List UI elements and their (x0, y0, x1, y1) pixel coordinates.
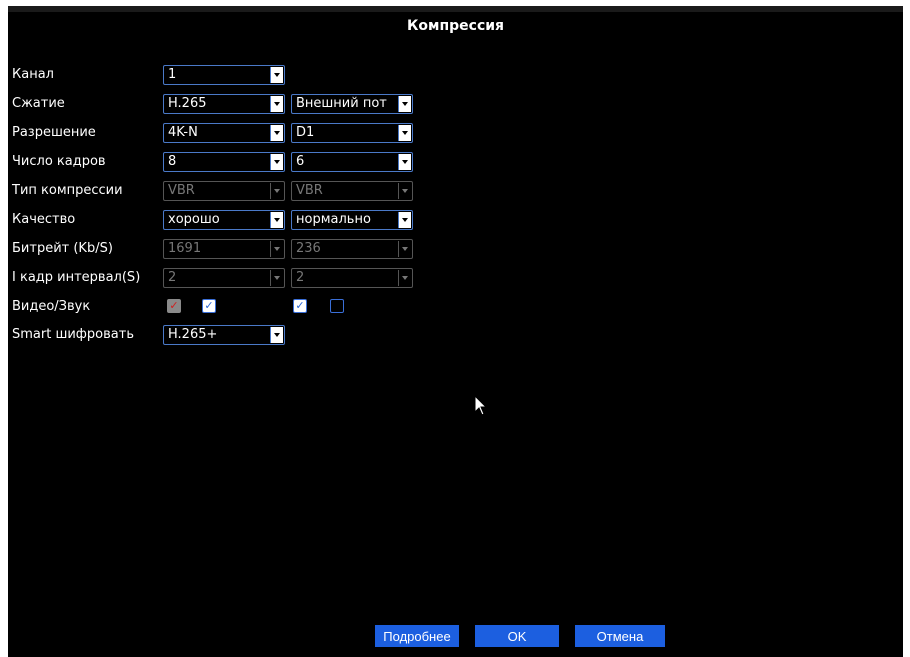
framerate-main-value: 8 (168, 154, 177, 169)
chevron-down-icon (398, 241, 411, 257)
dialog-title: Компрессия (406, 18, 505, 34)
bitrate-extra-select: 236 (291, 239, 413, 259)
compression-extra-select[interactable]: Внешний пот (291, 94, 413, 114)
label-channel: Канал (12, 67, 54, 82)
quality-extra-select[interactable]: нормально (291, 210, 413, 230)
label-video-audio: Видео/Звук (12, 299, 91, 314)
channel-select-value: 1 (168, 67, 177, 82)
resolution-extra-value: D1 (296, 125, 315, 140)
chevron-down-icon (398, 270, 411, 286)
label-bitrate-type: Тип компрессии (12, 183, 123, 198)
advanced-button[interactable]: Подробнее (375, 625, 459, 647)
chevron-down-icon (270, 183, 283, 199)
quality-extra-value: нормально (296, 212, 371, 227)
smart-codec-select[interactable]: H.265+ (163, 325, 285, 345)
iframe-main-select: 2 (163, 268, 285, 288)
compression-main-value: H.265 (168, 96, 207, 111)
chevron-down-icon[interactable] (270, 327, 283, 343)
iframe-main-value: 2 (168, 270, 177, 285)
framerate-extra-select[interactable]: 6 (291, 152, 413, 172)
framerate-extra-value: 6 (296, 154, 305, 169)
compression-main-select[interactable]: H.265 (163, 94, 285, 114)
chevron-down-icon[interactable] (270, 154, 283, 170)
resolution-extra-select[interactable]: D1 (291, 123, 413, 143)
chevron-down-icon[interactable] (398, 212, 411, 228)
chevron-down-icon[interactable] (270, 212, 283, 228)
extra-video-checkbox[interactable]: ✓ (293, 299, 307, 313)
bitrate-type-main-value: VBR (168, 183, 195, 198)
chevron-down-icon[interactable] (398, 96, 411, 112)
chevron-down-icon[interactable] (398, 125, 411, 141)
main-video-checkbox: ✓ (167, 299, 181, 313)
label-resolution: Разрешение (12, 125, 96, 140)
chevron-down-icon (270, 241, 283, 257)
framerate-main-select[interactable]: 8 (163, 152, 285, 172)
cancel-button[interactable]: Отмена (575, 625, 665, 647)
label-smart-codec: Smart шифровать (12, 327, 134, 342)
smart-codec-value: H.265+ (168, 327, 218, 342)
bitrate-main-value: 1691 (168, 241, 202, 256)
bitrate-extra-value: 236 (296, 241, 321, 256)
bitrate-main-select: 1691 (163, 239, 285, 259)
channel-select[interactable]: 1 (163, 65, 285, 85)
chevron-down-icon[interactable] (270, 67, 283, 83)
top-strip (0, 0, 910, 12)
compression-extra-value: Внешний пот (296, 96, 387, 111)
bitrate-type-main-select: VBR (163, 181, 285, 201)
chevron-down-icon (270, 270, 283, 286)
main-audio-checkbox[interactable]: ✓ (202, 299, 216, 313)
label-quality: Качество (12, 212, 76, 227)
resolution-main-value: 4K-N (168, 125, 198, 140)
chevron-down-icon (398, 183, 411, 199)
chevron-down-icon[interactable] (270, 96, 283, 112)
label-frame-rate: Число кадров (12, 154, 106, 169)
iframe-extra-select: 2 (291, 268, 413, 288)
iframe-extra-value: 2 (296, 270, 305, 285)
chevron-down-icon[interactable] (270, 125, 283, 141)
quality-main-select[interactable]: хорошо (163, 210, 285, 230)
compression-dialog: Компрессия Канал 1 Сжатие H.265 Внешний … (8, 12, 903, 657)
extra-audio-checkbox[interactable] (330, 299, 344, 313)
ok-button[interactable]: OK (475, 625, 559, 647)
mouse-pointer-icon (474, 395, 488, 416)
quality-main-value: хорошо (168, 212, 220, 227)
label-iframe-interval: I кадр интервал(S) (12, 270, 141, 285)
bitrate-type-extra-select: VBR (291, 181, 413, 201)
label-bitrate: Битрейт (Kb/S) (12, 241, 113, 256)
chevron-down-icon[interactable] (398, 154, 411, 170)
resolution-main-select[interactable]: 4K-N (163, 123, 285, 143)
label-compression: Сжатие (12, 96, 65, 111)
bitrate-type-extra-value: VBR (296, 183, 323, 198)
